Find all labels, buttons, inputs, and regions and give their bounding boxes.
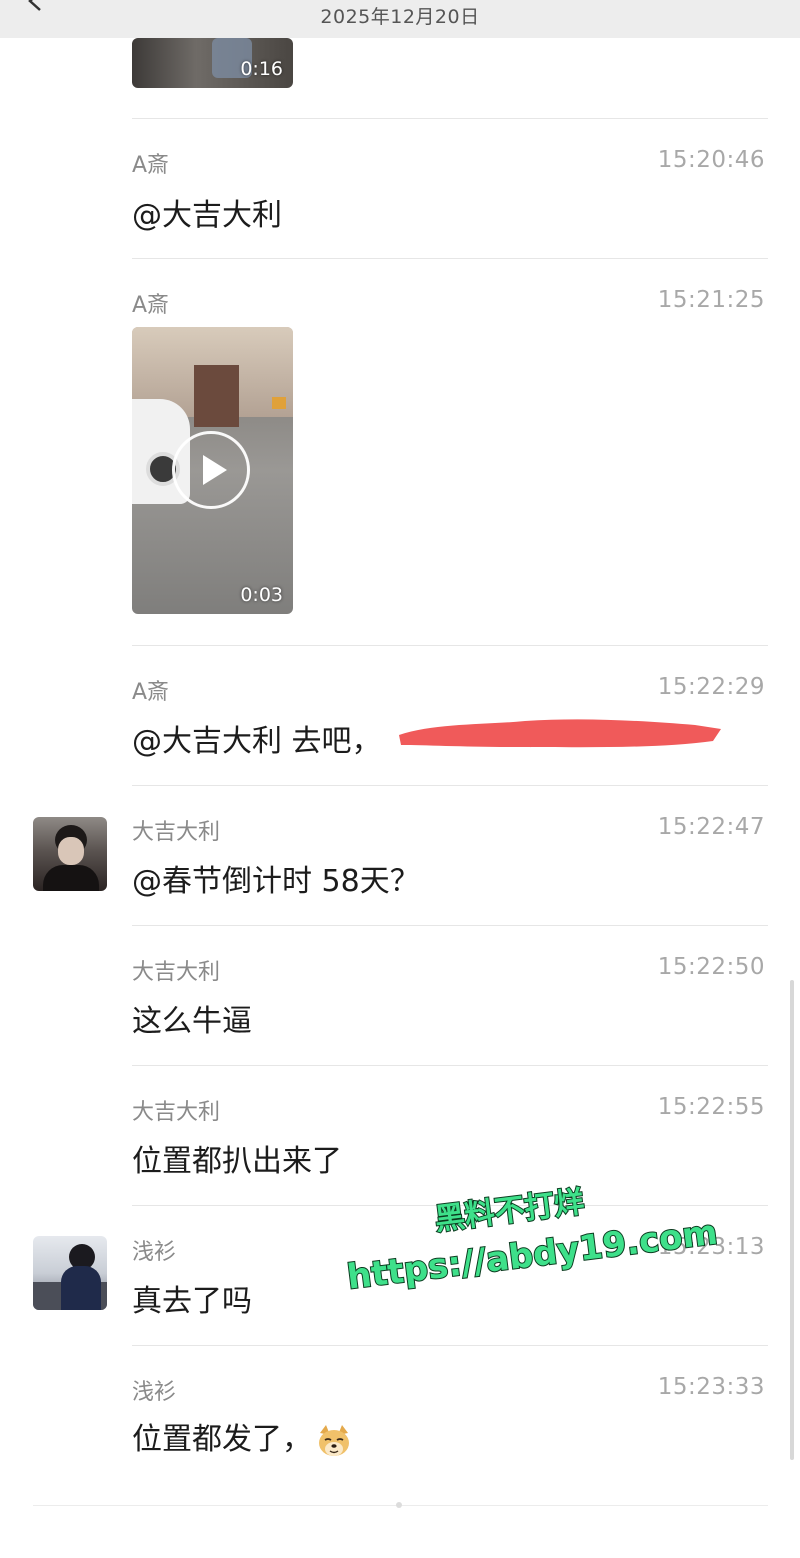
top-bar: 2025年12月20日 [0,0,800,38]
scrollbar[interactable] [790,980,794,1460]
watermark-title: 黑料不打烊 [432,1184,587,1239]
sender-name: 浅衫 [132,1240,177,1265]
divider [132,1345,768,1346]
date-title: 2025年12月20日 [320,6,480,28]
doge-emoji-icon [319,1424,349,1456]
sender-name: 大吉大利 [132,820,221,845]
divider [132,1065,768,1066]
sender-name: 大吉大利 [132,1100,221,1125]
avatar[interactable] [33,817,107,891]
message-time: 15:22:47 [657,814,765,840]
message-text[interactable]: 真去了吗 [132,1276,252,1320]
video-thumbnail[interactable]: 0:16 [132,38,293,88]
message-time: 15:23:33 [657,1374,765,1400]
message-time: 15:22:55 [657,1094,765,1120]
message-time: 15:22:50 [657,954,765,980]
message-time: 15:22:29 [657,674,765,700]
sender-name: A斎 [132,153,170,178]
message-text-row[interactable]: 位置都发了， [132,1414,352,1459]
sender-name: A斎 [132,293,170,318]
sender-name: A斎 [132,680,170,705]
divider [132,118,768,119]
message-text[interactable]: @春节倒计时 58天？ [132,856,420,900]
avatar[interactable] [33,1236,107,1310]
message-text[interactable]: @大吉大利 去吧， [132,716,382,760]
message-text[interactable]: @大吉大利 [132,190,282,234]
video-duration: 0:03 [240,584,283,606]
video-duration: 0:16 [240,58,283,80]
sender-name: 大吉大利 [132,960,221,985]
video-thumbnail[interactable]: 0:03 [132,327,293,614]
play-icon[interactable] [172,431,250,509]
divider [132,645,768,646]
message-text: 位置都发了， [132,1422,312,1457]
divider [132,258,768,259]
message-time: 15:21:25 [657,287,765,313]
message-text[interactable]: 这么牛逼 [132,996,252,1040]
divider [132,925,768,926]
message-time: 15:20:46 [657,147,765,173]
message-text[interactable]: 位置都扒出来了 [132,1136,342,1180]
sender-name: 浅衫 [132,1380,177,1405]
divider [132,785,768,786]
end-dot [396,1502,402,1508]
redaction-mark [399,719,721,748]
